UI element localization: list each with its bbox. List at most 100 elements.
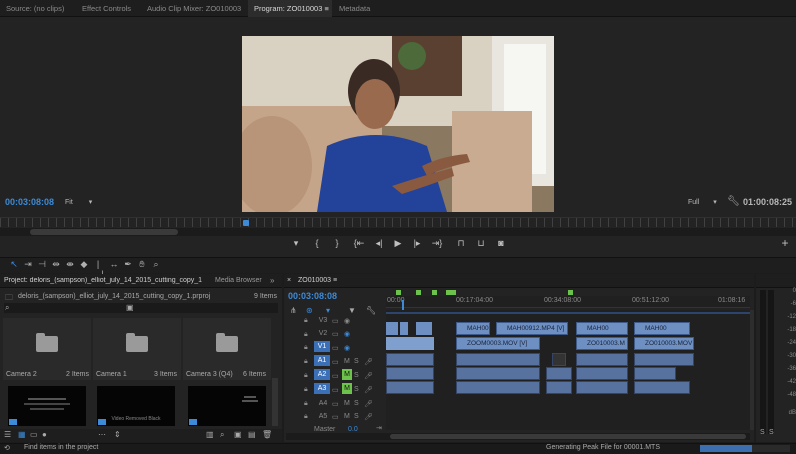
tab-menu-icon[interactable]: ≡ bbox=[324, 4, 328, 13]
marker-icon[interactable]: ▾ bbox=[289, 237, 303, 249]
media-browser-tab[interactable]: Media Browser bbox=[215, 277, 262, 284]
rolling-edit-tool-icon[interactable]: ⇹ bbox=[50, 259, 62, 270]
mark-out-icon[interactable]: } bbox=[330, 237, 344, 249]
step-back-icon[interactable]: ◂| bbox=[372, 237, 386, 249]
audio-clip[interactable] bbox=[456, 381, 540, 394]
playhead-marker[interactable] bbox=[243, 220, 249, 226]
mute-button[interactable]: M bbox=[342, 383, 352, 394]
solo-left-button[interactable]: S bbox=[760, 429, 765, 436]
audio-clip[interactable] bbox=[386, 367, 434, 380]
video-clip[interactable]: MAH00912.MP4 [V] bbox=[496, 322, 568, 335]
step-forward-icon[interactable]: |▸ bbox=[410, 237, 424, 249]
track-select-tool-icon[interactable]: ⇥ bbox=[22, 259, 34, 270]
add-marker-icon[interactable]: ▾ bbox=[326, 306, 330, 315]
solo-button[interactable]: S bbox=[354, 358, 359, 365]
audio-clip[interactable] bbox=[576, 381, 628, 394]
mute-button[interactable]: M bbox=[342, 369, 352, 380]
lock-icon[interactable]: 🔒︎ bbox=[304, 372, 308, 380]
timeline-horizontal-scrollbar[interactable] bbox=[286, 433, 750, 440]
sync-lock-icon[interactable]: ▭ bbox=[332, 358, 339, 366]
video-clip[interactable]: MAH00 bbox=[634, 322, 690, 335]
timeline-scrollbar-thumb[interactable] bbox=[390, 434, 746, 439]
lift-icon[interactable]: ⊓ bbox=[454, 237, 468, 249]
marker-icon[interactable] bbox=[568, 290, 573, 295]
marker-icon[interactable] bbox=[451, 290, 456, 295]
project-search-field[interactable]: ⌕ bbox=[4, 303, 278, 313]
audio-clip[interactable] bbox=[546, 381, 572, 394]
lock-icon[interactable]: 🔒︎ bbox=[304, 358, 308, 366]
lock-icon[interactable]: 🔒︎ bbox=[304, 317, 308, 325]
lock-icon[interactable]: 🔒︎ bbox=[304, 413, 308, 421]
go-to-end-icon[interactable]: ⇥ bbox=[376, 424, 382, 432]
solo-button[interactable]: S bbox=[354, 400, 359, 407]
microphone-icon[interactable]: 🎤︎ bbox=[364, 400, 373, 408]
snap-icon[interactable]: ⋔ bbox=[290, 306, 297, 315]
sync-lock-icon[interactable]: ▭ bbox=[332, 344, 339, 352]
mute-button[interactable]: M bbox=[344, 358, 350, 365]
icon-view-icon[interactable]: ▦ bbox=[18, 430, 26, 439]
audio-clip[interactable] bbox=[386, 381, 434, 394]
fit-dropdown[interactable]: Fit ▾ bbox=[65, 198, 92, 206]
tab-menu-icon[interactable]: ≡ bbox=[333, 277, 337, 284]
mute-button[interactable]: M bbox=[344, 400, 350, 407]
zoom-slider-icon[interactable]: ● bbox=[42, 430, 47, 439]
mark-in-icon[interactable]: { bbox=[310, 237, 324, 249]
track-label[interactable]: A1 bbox=[314, 355, 330, 366]
sync-lock-icon[interactable]: ▭ bbox=[332, 372, 339, 380]
eye-icon[interactable]: ◉ bbox=[344, 344, 350, 352]
video-clip[interactable] bbox=[386, 337, 434, 350]
close-icon[interactable]: × bbox=[287, 277, 291, 284]
sync-lock-icon[interactable]: ▭ bbox=[332, 400, 339, 408]
tab-effect-controls[interactable]: Effect Controls bbox=[76, 0, 137, 17]
track-label[interactable]: A3 bbox=[314, 383, 330, 394]
lock-icon[interactable]: 🔒︎ bbox=[304, 344, 308, 352]
trash-icon[interactable]: 🗑︎ bbox=[262, 430, 272, 439]
sync-lock-icon[interactable]: ▭ bbox=[332, 317, 339, 325]
timeline-timecode[interactable]: 00:03:08:08 bbox=[288, 291, 337, 301]
audio-clip[interactable] bbox=[552, 353, 566, 366]
new-item-icon[interactable]: ▤ bbox=[248, 430, 256, 439]
video-clip[interactable] bbox=[400, 322, 408, 335]
find-icon[interactable]: ⌕ bbox=[220, 430, 224, 440]
project-scrollbar[interactable] bbox=[272, 378, 278, 426]
audio-clip[interactable] bbox=[456, 353, 540, 366]
clip-thumbnail[interactable] bbox=[8, 386, 86, 426]
wrench-icon[interactable]: 🔧︎ bbox=[366, 306, 376, 315]
ripple-edit-tool-icon[interactable]: ⊣ bbox=[36, 259, 48, 270]
tab-metadata[interactable]: Metadata bbox=[333, 0, 376, 17]
zoom-scrollbar-thumb[interactable] bbox=[30, 229, 178, 235]
microphone-icon[interactable]: 🎤︎ bbox=[364, 358, 373, 366]
zoom-tool-icon[interactable]: ⌕ bbox=[150, 259, 162, 270]
mute-button[interactable]: M bbox=[344, 413, 350, 420]
sequence-tab[interactable]: ZO010003 ≡ bbox=[298, 277, 337, 284]
sync-lock-icon[interactable]: ▭ bbox=[332, 413, 339, 421]
linked-selection-icon[interactable]: ⊛ bbox=[306, 306, 313, 315]
video-clip[interactable]: ZOOM0003.MOV [V] bbox=[456, 337, 540, 350]
pen-tool-icon[interactable]: ✒ bbox=[122, 259, 134, 270]
microphone-icon[interactable]: 🎤︎ bbox=[364, 372, 373, 380]
audio-clip[interactable] bbox=[634, 381, 690, 394]
video-clip[interactable] bbox=[416, 322, 432, 335]
marker-icon[interactable] bbox=[396, 290, 401, 295]
eye-icon[interactable]: ◉ bbox=[344, 317, 350, 325]
audio-clip[interactable] bbox=[386, 353, 434, 366]
solo-button[interactable]: S bbox=[354, 413, 359, 420]
tab-program[interactable]: Program: ZO010003 ≡ bbox=[248, 0, 332, 17]
sync-lock-icon[interactable]: ▭ bbox=[332, 386, 339, 394]
audio-clip[interactable] bbox=[634, 353, 694, 366]
razor-tool-icon[interactable]: ◆ bbox=[78, 259, 90, 270]
clip-thumbnail[interactable] bbox=[188, 386, 266, 426]
rate-stretch-tool-icon[interactable]: ⇼ bbox=[64, 259, 76, 270]
tab-audio-clip-mixer[interactable]: Audio Clip Mixer: ZO010003 bbox=[141, 0, 247, 17]
freeform-view-icon[interactable]: ▭ bbox=[30, 430, 38, 439]
go-to-in-icon[interactable]: {⇤ bbox=[352, 237, 366, 249]
new-bin-icon[interactable]: ▣ bbox=[234, 430, 242, 439]
slide-tool-icon[interactable]: ↔ bbox=[108, 259, 120, 269]
marker-icon[interactable] bbox=[432, 290, 437, 295]
lock-icon[interactable]: 🔒︎ bbox=[304, 386, 308, 394]
more-tabs-icon[interactable]: » bbox=[270, 276, 274, 285]
new-bin-icon[interactable]: ▣ bbox=[126, 303, 134, 312]
sort-icons-icon[interactable]: ⋯ bbox=[98, 430, 106, 439]
v3-clip-strip[interactable] bbox=[386, 312, 750, 314]
audio-clip[interactable] bbox=[576, 353, 628, 366]
